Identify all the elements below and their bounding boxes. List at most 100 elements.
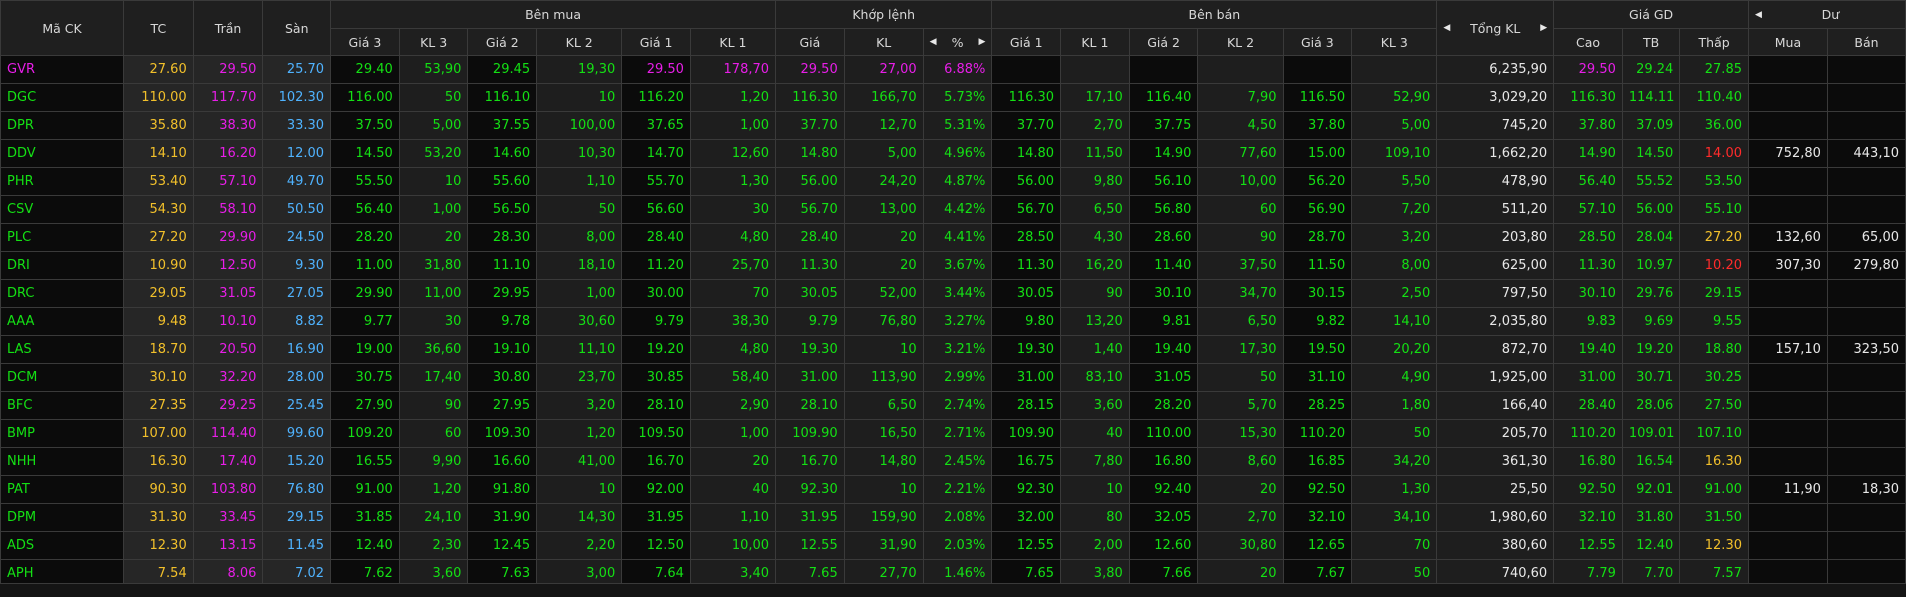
match-cell: 56.70 [775, 195, 845, 224]
symbol-cell[interactable]: PAT [0, 475, 125, 504]
col-header-symbol[interactable]: Mã CK [0, 0, 125, 56]
symbol-cell[interactable]: CSV [0, 195, 125, 224]
total-volume-cell: 25,50 [1436, 475, 1555, 504]
symbol-cell[interactable]: BMP [0, 419, 125, 448]
symbol-cell[interactable]: AAA [0, 307, 125, 336]
match-cell: 92.30 [775, 475, 845, 504]
symbol-cell[interactable]: DCM [0, 363, 125, 392]
col-header-high[interactable]: Cao [1553, 28, 1623, 56]
table-row[interactable]: DRC 29.05 31.05 27.05 29.90 11,00 29.95 1,00 30.… [0, 279, 1906, 308]
symbol-cell[interactable]: NHH [0, 447, 125, 476]
symbol-cell[interactable]: ADS [0, 531, 125, 560]
bid-cell: 1,10 [689, 503, 777, 532]
floor-price-cell: 15.20 [262, 447, 332, 476]
trade-price-cell: 91.00 [1679, 475, 1749, 504]
ceiling-price-cell: 12.50 [192, 251, 264, 280]
bid-cell: 41,00 [536, 447, 623, 476]
scroll-left-icon[interactable]: ◀ [1443, 23, 1450, 33]
match-cell: 3.67% [922, 251, 993, 280]
ceiling-price-cell: 17.40 [192, 447, 264, 476]
symbol-cell[interactable]: DPR [0, 111, 125, 140]
percent-label: % [951, 34, 964, 50]
col-header-ask-price-3[interactable]: Giá 3 [1282, 28, 1353, 56]
col-header-ask-price-1[interactable]: Giá 1 [991, 28, 1062, 56]
table-row[interactable]: CSV 54.30 58.10 50.50 56.40 1,00 56.50 50 56.60 3… [0, 195, 1906, 224]
ask-cell: 6,50 [1060, 195, 1130, 224]
symbol-cell[interactable]: DGC [0, 83, 125, 112]
table-row[interactable]: ADS 12.30 13.15 11.45 12.40 2,30 12.45 2,20 12.5… [0, 531, 1906, 560]
symbol-cell[interactable]: PHR [0, 167, 125, 196]
col-header-remaining-sell[interactable]: Bán [1826, 28, 1906, 56]
table-row[interactable]: BFC 27.35 29.25 25.45 27.90 90 27.95 3,20 28.10 2… [0, 391, 1906, 420]
col-header-bid-price-1[interactable]: Giá 1 [621, 28, 691, 56]
table-row[interactable]: DGC 110.00 117.70 102.30 116.00 50 116.10 10 116… [0, 83, 1906, 112]
symbol-cell[interactable]: DRC [0, 279, 125, 308]
symbol-cell[interactable]: LAS [0, 335, 125, 364]
match-cell: 10 [843, 475, 924, 504]
table-row[interactable]: DPM 31.30 33.45 29.15 31.85 24,10 31.90 14,30 31… [0, 503, 1906, 532]
symbol-cell[interactable]: DRI [0, 251, 125, 280]
col-header-bid-price-2[interactable]: Giá 2 [467, 28, 538, 56]
match-cell: 2.08% [922, 503, 993, 532]
table-row[interactable]: NHH 16.30 17.40 15.20 16.55 9,90 16.60 41,00 16.… [0, 447, 1906, 476]
match-cell: 31,90 [843, 531, 924, 560]
remaining-scroll-left-icon[interactable]: ◀ [1755, 10, 1762, 20]
table-row[interactable]: AAA 9.48 10.10 8.82 9.77 30 9.78 30,60 9.79 38,30… [0, 307, 1906, 336]
col-header-remaining-buy[interactable]: Mua [1747, 28, 1828, 56]
trade-price-cell: 29.76 [1621, 279, 1681, 308]
table-row[interactable]: GVR 27.60 29.50 25.70 29.40 53,90 29.45 19,30 29… [0, 55, 1906, 84]
table-row[interactable]: LAS 18.70 20.50 16.90 19.00 36,60 19.10 11,10 19… [0, 335, 1906, 364]
col-header-match-percent[interactable]: ◀ % ▶ [922, 28, 993, 56]
trade-price-cell: 110.40 [1679, 83, 1749, 112]
total-volume-cell: 797,50 [1436, 279, 1555, 308]
col-header-ask-vol-2[interactable]: KL 2 [1197, 28, 1284, 56]
table-row[interactable]: DRI 10.90 12.50 9.30 11.00 31,80 11.10 18,10 11.… [0, 251, 1906, 280]
percent-toggle-right-icon[interactable]: ▶ [978, 37, 985, 47]
col-header-low[interactable]: Thấp [1679, 28, 1749, 56]
symbol-cell[interactable]: BFC [0, 391, 125, 420]
trade-price-cell: 29.24 [1621, 55, 1681, 84]
col-header-ask-vol-3[interactable]: KL 3 [1351, 28, 1438, 56]
table-row[interactable]: DCM 30.10 32.20 28.00 30.75 17,40 30.80 23,70 30… [0, 363, 1906, 392]
table-row[interactable]: BMP 107.00 114.40 99.60 109.20 60 109.30 1,20 10… [0, 419, 1906, 448]
trade-price-cell: 53.50 [1679, 167, 1749, 196]
symbol-cell[interactable]: DPM [0, 503, 125, 532]
col-header-bid-vol-2[interactable]: KL 2 [536, 28, 623, 56]
symbol-cell[interactable]: GVR [0, 55, 125, 84]
percent-toggle-left-icon[interactable]: ◀ [930, 37, 937, 47]
col-header-match-price[interactable]: Giá [775, 28, 845, 56]
col-header-total-volume[interactable]: ◀ Tổng KL ▶ [1436, 0, 1555, 56]
bid-cell: 30.80 [467, 363, 538, 392]
match-cell: 12.55 [775, 531, 845, 560]
ceiling-price-cell: 29.90 [192, 223, 264, 252]
scroll-right-icon[interactable]: ▶ [1540, 23, 1547, 33]
col-header-bid-vol-1[interactable]: KL 1 [689, 28, 777, 56]
col-header-ask-price-2[interactable]: Giá 2 [1128, 28, 1199, 56]
remaining-buy-cell [1747, 55, 1828, 84]
symbol-cell[interactable]: PLC [0, 223, 125, 252]
col-header-bid-price-3[interactable]: Giá 3 [330, 28, 400, 56]
match-cell: 37.70 [775, 111, 845, 140]
ask-cell: 31.00 [991, 363, 1062, 392]
col-header-match-volume[interactable]: KL [843, 28, 924, 56]
col-header-ceiling[interactable]: Trần [192, 0, 264, 56]
ask-cell: 31.10 [1282, 363, 1353, 392]
total-volume-cell: 203,80 [1436, 223, 1555, 252]
trade-price-cell: 31.00 [1553, 363, 1623, 392]
trade-price-cell: 30.25 [1679, 363, 1749, 392]
col-header-ref[interactable]: TC [123, 0, 194, 56]
bid-cell: 11.10 [467, 251, 538, 280]
col-header-ask-vol-1[interactable]: KL 1 [1060, 28, 1130, 56]
table-row[interactable]: PLC 27.20 29.90 24.50 28.20 20 28.30 8,00 28.40 4… [0, 223, 1906, 252]
col-header-floor[interactable]: Sàn [262, 0, 332, 56]
remaining-sell-cell [1826, 83, 1906, 112]
table-row[interactable]: DPR 35.80 38.30 33.30 37.50 5,00 37.55 100,00 37… [0, 111, 1906, 140]
col-header-average[interactable]: TB [1621, 28, 1681, 56]
table-row[interactable]: DDV 14.10 16.20 12.00 14.50 53,20 14.60 10,30 14… [0, 139, 1906, 168]
ask-cell: 9.80 [991, 307, 1062, 336]
table-row[interactable]: PHR 53.40 57.10 49.70 55.50 10 55.60 1,10 55.70 1… [0, 167, 1906, 196]
col-header-bid-vol-3[interactable]: KL 3 [398, 28, 469, 56]
symbol-cell[interactable]: DDV [0, 139, 125, 168]
total-volume-cell: 6,235,90 [1436, 55, 1555, 84]
table-row[interactable]: PAT 90.30 103.80 76.80 91.00 1,20 91.80 10 92.00… [0, 475, 1906, 504]
